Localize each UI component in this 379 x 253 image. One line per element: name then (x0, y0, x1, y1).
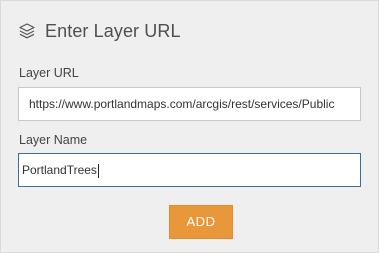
text-caret (97, 163, 99, 178)
add-button[interactable]: ADD (169, 205, 233, 239)
enter-layer-url-panel: Enter Layer URL Layer URL https://www.po… (0, 0, 379, 253)
layer-name-label: Layer Name (19, 133, 88, 147)
layers-icon (18, 22, 36, 40)
layer-url-label: Layer URL (19, 66, 79, 80)
layer-name-input[interactable]: PortlandTrees (18, 153, 361, 187)
panel-title: Enter Layer URL (45, 20, 181, 41)
layer-url-input[interactable]: https://www.portlandmaps.com/arcgis/rest… (18, 87, 361, 121)
layer-url-value: https://www.portlandmaps.com/arcgis/rest… (29, 97, 335, 111)
panel-header: Enter Layer URL (18, 19, 181, 43)
layer-name-value: PortlandTrees (22, 163, 97, 177)
